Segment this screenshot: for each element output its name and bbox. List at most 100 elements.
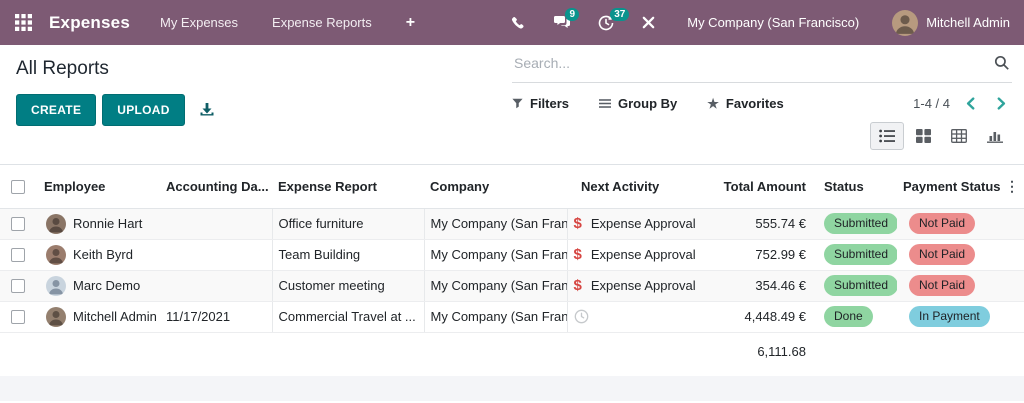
search-bar <box>512 45 1012 83</box>
expense-reports-table: Employee Accounting Da... Expense Report… <box>0 165 1024 370</box>
company-switcher[interactable]: My Company (San Francisco) <box>687 15 859 30</box>
table-row[interactable]: Ronnie Hart Office furniture My Company … <box>0 208 1024 240</box>
upload-button[interactable]: UPLOAD <box>102 94 185 126</box>
payment-status-badge: Not Paid <box>909 244 976 265</box>
expense-report-cell: Commercial Travel at ... <box>271 301 424 333</box>
create-button[interactable]: CREATE <box>16 94 97 126</box>
row-checkbox[interactable] <box>11 310 25 325</box>
main-menu: My Expenses Expense Reports <box>160 15 372 30</box>
employee-name: Marc Demo <box>73 278 141 293</box>
control-panel: All Reports CREATE UPLOAD Search... Filt… <box>0 45 1024 165</box>
top-navbar: Expenses My Expenses Expense Reports + 9… <box>0 0 1024 45</box>
search-icon[interactable] <box>994 55 1010 71</box>
expense-report-cell: Customer meeting <box>271 270 424 302</box>
activities-badge: 37 <box>610 7 630 21</box>
user-name: Mitchell Admin <box>926 15 1010 30</box>
total-amount-cell: 354.46 € <box>700 270 812 302</box>
total-amount-cell: 4,448.49 € <box>700 301 812 333</box>
accounting-date-cell <box>160 239 272 271</box>
column-header-expense-report[interactable]: Expense Report <box>272 165 424 209</box>
employee-avatar <box>46 244 66 265</box>
app-name[interactable]: Expenses <box>49 13 130 33</box>
bottom-band <box>0 376 1024 401</box>
dollar-activity-icon[interactable]: $ <box>574 277 582 294</box>
messages-badge: 9 <box>565 8 580 21</box>
menu-my-expenses[interactable]: My Expenses <box>160 15 238 30</box>
employee-avatar <box>46 275 66 296</box>
employee-name: Mitchell Admin <box>73 309 157 324</box>
payment-status-badge: In Payment <box>909 306 990 327</box>
next-activity-label: Expense Approval <box>590 216 696 231</box>
column-header-next-activity[interactable]: Next Activity <box>567 165 700 209</box>
status-badge: Submitted <box>824 275 897 296</box>
company-cell: My Company (San Fran... <box>423 208 567 240</box>
row-checkbox[interactable] <box>11 217 25 232</box>
dollar-activity-icon[interactable]: $ <box>574 246 582 263</box>
column-header-accounting-date[interactable]: Accounting Da... <box>160 165 272 209</box>
column-header-company[interactable]: Company <box>424 165 567 209</box>
status-badge: Done <box>824 306 873 327</box>
next-activity-label: Expense Approval <box>590 278 696 293</box>
expense-report-cell: Team Building <box>271 239 424 271</box>
filters-button[interactable]: Filters <box>512 96 569 111</box>
row-checkbox[interactable] <box>11 279 25 294</box>
row-checkbox[interactable] <box>11 248 25 263</box>
total-amount-cell: 555.74 € <box>700 208 812 240</box>
view-switcher <box>512 122 1012 150</box>
status-badge: Submitted <box>824 213 897 234</box>
group-by-button[interactable]: Group By <box>599 96 677 111</box>
page-title: All Reports <box>16 58 109 79</box>
column-header-employee[interactable]: Employee <box>36 165 160 209</box>
user-menu[interactable]: Mitchell Admin <box>892 9 1010 36</box>
employee-name: Ronnie Hart <box>73 216 143 231</box>
total-amount-sum: 6,111.68 <box>757 343 806 359</box>
accounting-date-cell <box>160 270 272 302</box>
pager-previous-icon[interactable] <box>960 95 981 112</box>
pager-value[interactable]: 1-4 / 4 <box>913 96 950 111</box>
employee-avatar <box>46 306 66 327</box>
status-badge: Submitted <box>824 244 897 265</box>
search-input[interactable] <box>512 45 987 77</box>
clock-activity-icon[interactable] <box>574 309 589 324</box>
pager-next-icon[interactable] <box>991 95 1012 112</box>
menu-expense-reports[interactable]: Expense Reports <box>272 15 372 30</box>
add-menu-button[interactable]: + <box>406 14 415 32</box>
column-header-total-amount[interactable]: Total Amount <box>700 165 812 209</box>
expense-report-cell: Office furniture <box>271 208 424 240</box>
dollar-activity-icon[interactable]: $ <box>574 215 582 232</box>
activities-clock-icon[interactable]: 37 <box>598 7 630 31</box>
list-view-button[interactable] <box>870 122 904 150</box>
column-header-payment-status[interactable]: Payment Status <box>897 165 1000 209</box>
optional-columns-icon[interactable]: ⋮ <box>1000 165 1024 209</box>
total-amount-cell: 752.99 € <box>700 239 812 271</box>
payment-status-badge: Not Paid <box>909 275 976 296</box>
table-row[interactable]: Mitchell Admin 11/17/2021 Commercial Tra… <box>0 301 1024 333</box>
star-icon: ★ <box>707 96 719 111</box>
pivot-view-icon <box>951 129 967 143</box>
apps-grid-icon[interactable] <box>15 14 33 32</box>
table-header-row: Employee Accounting Da... Expense Report… <box>0 165 1024 209</box>
employee-name: Keith Byrd <box>73 247 133 262</box>
company-cell: My Company (San Fran... <box>423 270 567 302</box>
download-icon[interactable] <box>199 102 215 118</box>
kanban-view-button[interactable] <box>906 122 940 150</box>
employee-avatar <box>46 213 66 234</box>
graph-view-button[interactable] <box>978 122 1012 150</box>
kanban-view-icon <box>915 129 931 143</box>
company-cell: My Company (San Fran... <box>423 301 567 333</box>
messages-icon[interactable]: 9 <box>553 8 580 30</box>
favorites-button[interactable]: ★ Favorites <box>707 96 783 111</box>
table-row[interactable]: Marc Demo Customer meeting My Company (S… <box>0 270 1024 302</box>
tools-icon[interactable] <box>641 15 656 30</box>
payment-status-badge: Not Paid <box>909 213 976 234</box>
pivot-view-button[interactable] <box>942 122 976 150</box>
graph-view-icon <box>987 132 1003 143</box>
column-header-status[interactable]: Status <box>812 165 897 209</box>
select-all-checkbox[interactable] <box>11 180 25 195</box>
phone-icon[interactable] <box>511 15 526 30</box>
group-by-icon <box>599 99 612 108</box>
next-activity-label: Expense Approval <box>590 247 696 262</box>
filter-funnel-icon <box>512 98 523 109</box>
table-footer-row: 6,111.68 <box>0 332 1024 370</box>
table-row[interactable]: Keith Byrd Team Building My Company (San… <box>0 239 1024 271</box>
